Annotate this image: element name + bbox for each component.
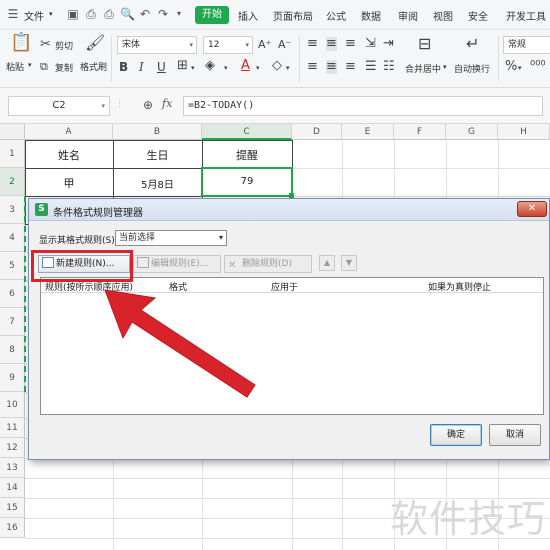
watermark-text: 软件技巧 — [390, 497, 547, 541]
pointer-arrow-icon — [104, 289, 256, 398]
